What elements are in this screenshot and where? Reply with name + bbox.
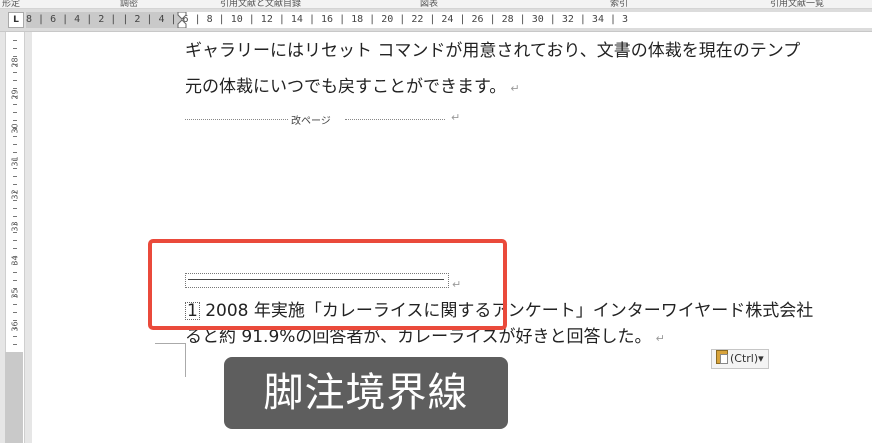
horizontal-ruler[interactable]: L 8 | 6 | 4 | 2 | | 2 | 4 | 6 | 8 | 10 |…	[0, 9, 872, 32]
paste-options-button[interactable]: (Ctrl)▾	[711, 349, 769, 369]
vruler-tick	[13, 272, 17, 273]
vruler-tick	[13, 152, 17, 153]
vruler-tick	[13, 288, 17, 289]
caption-overlay: 脚注境界線	[224, 357, 508, 429]
vruler-tick	[13, 328, 17, 329]
vruler-tick	[13, 72, 17, 73]
ribbon-group-label: 図表	[420, 0, 439, 9]
vruler-tick	[13, 304, 17, 305]
page-break-line	[345, 119, 445, 120]
vruler-tick	[13, 48, 17, 49]
highlight-box	[148, 239, 507, 330]
page-break-marker[interactable]: 改ページ ↵	[185, 111, 460, 127]
vruler-tick	[13, 64, 17, 65]
vruler-tick	[13, 40, 17, 41]
vruler-number: 34	[10, 255, 20, 266]
page-crop-mark	[155, 343, 186, 377]
vruler-tick	[13, 312, 17, 313]
vruler-tick	[13, 168, 17, 169]
vruler-tick	[13, 336, 17, 337]
vruler-tick	[13, 280, 17, 281]
paragraph-mark: ↵	[510, 82, 520, 95]
vruler-tick	[13, 184, 17, 185]
ribbon-group-label: 引用文献と文献目録	[220, 0, 302, 9]
ribbon-group-label: 調密	[120, 0, 139, 9]
vruler-tick	[13, 240, 17, 241]
vruler-tick	[13, 56, 17, 57]
footnote-text: ると約 91.9%の回答者が、カレーライスが好きと回答した。	[185, 327, 652, 347]
vruler-bottom-margin	[5, 352, 23, 443]
vruler-tick	[13, 104, 17, 105]
ribbon-group-label: 索引	[610, 0, 629, 9]
vruler-tick	[13, 224, 17, 225]
vruler-tick	[13, 216, 17, 217]
body-text-line[interactable]: ギャラリーにはリセット コマンドが用意されており、文書の体裁を現在のテンプ	[185, 36, 800, 61]
vruler-tick	[13, 80, 17, 81]
vruler-tick	[13, 320, 17, 321]
vruler-tick	[13, 88, 17, 89]
vruler-tick	[13, 256, 17, 257]
paragraph-mark: ↵	[451, 111, 461, 124]
document-page[interactable]: ギャラリーにはリセット コマンドが用意されており、文書の体裁を現在のテンプ 元の…	[32, 32, 872, 443]
body-text: 元の体裁にいつでも戻すことができます。	[185, 77, 507, 97]
vruler-tick	[13, 296, 17, 297]
horizontal-ruler-scale[interactable]: 8 | 6 | 4 | 2 | | 2 | 4 | 6 | 8 | 10 | 1…	[26, 12, 872, 28]
vruler-tick	[13, 96, 17, 97]
body-text: ギャラリーにはリセット コマンドが用意されており、文書の体裁を現在のテンプ	[185, 41, 801, 61]
indent-marker-icon[interactable]	[176, 12, 188, 28]
vruler-tick	[13, 120, 17, 121]
tab-selector-button[interactable]: L	[8, 12, 24, 28]
vruler-tick	[13, 232, 17, 233]
vruler-tick	[13, 208, 17, 209]
ribbon-group-label: 引用文献一覧	[770, 0, 825, 9]
vertical-ruler[interactable]: 28 29 30 31 32 33 34 35 36 37 38 39	[0, 32, 32, 443]
ruler-ticks: 8 | 6 | 4 | 2 | | 2 | 4 | 6 | 8 | 10 | 1…	[26, 14, 629, 25]
page-break-label: 改ページ	[288, 112, 334, 127]
vruler-tick	[13, 112, 17, 113]
vruler-tick	[13, 128, 17, 129]
vruler-tick	[13, 200, 17, 201]
vruler-tick	[13, 136, 17, 137]
vruler-tick	[13, 160, 17, 161]
paste-options-label: (Ctrl)▾	[730, 352, 764, 365]
vruler-tick	[13, 248, 17, 249]
vruler-tick	[13, 192, 17, 193]
body-text-line[interactable]: 元の体裁にいつでも戻すことができます。 ↵	[185, 72, 520, 97]
vruler-tick	[13, 144, 17, 145]
page-break-line	[185, 119, 288, 120]
vruler-tick	[13, 264, 17, 265]
paragraph-mark: ↵	[655, 332, 665, 345]
vruler-tick	[13, 176, 17, 177]
clipboard-icon	[716, 350, 728, 364]
ribbon-group-labels: 形定 調密 引用文献と文献目録 図表 索引 引用文献一覧	[0, 0, 872, 9]
ribbon-group-label: 形定	[2, 0, 21, 9]
vruler-tick	[13, 344, 17, 345]
